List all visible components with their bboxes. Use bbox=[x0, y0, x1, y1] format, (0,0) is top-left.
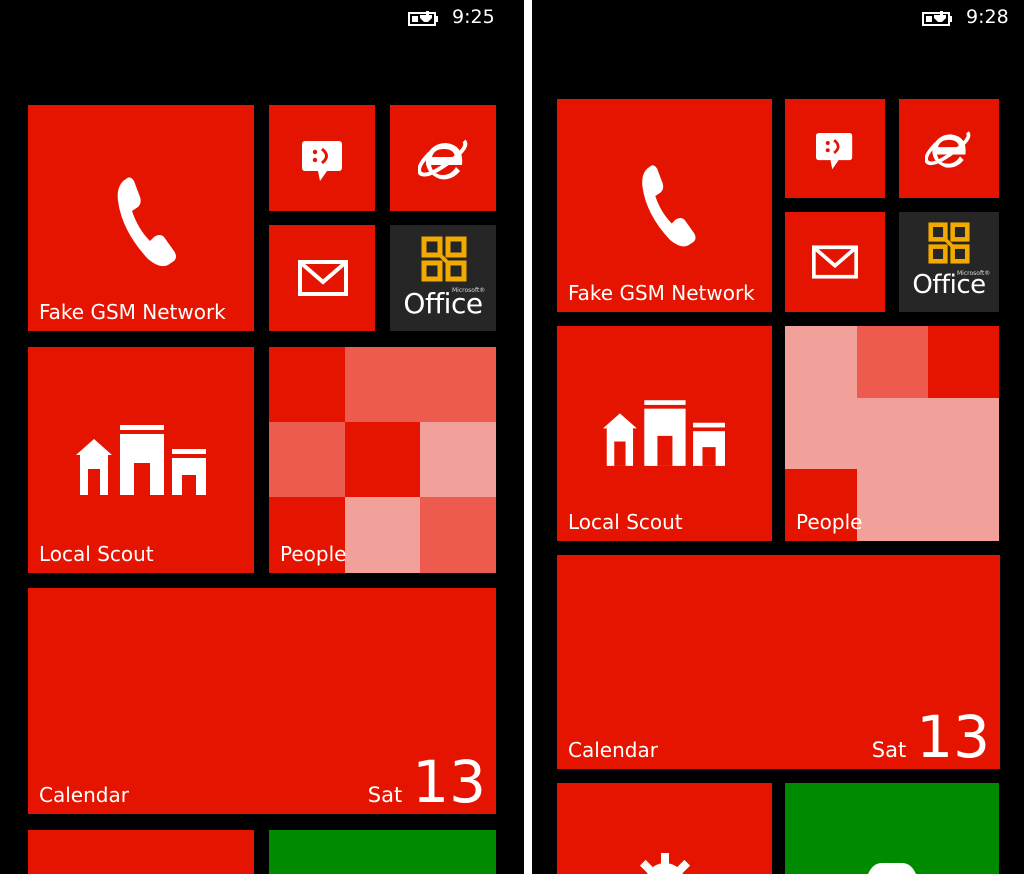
status-time: 9:28 bbox=[966, 6, 1009, 28]
calendar-day: Sat bbox=[871, 738, 907, 762]
office-tile[interactable]: Microsoft® Office bbox=[899, 212, 999, 312]
phone-handset-icon bbox=[117, 177, 176, 267]
calendar-day: Sat bbox=[367, 783, 403, 807]
people-photo-cell bbox=[857, 398, 999, 541]
mail-envelope-icon bbox=[298, 260, 348, 296]
office-logo-icon bbox=[421, 236, 467, 282]
people-photo-cell bbox=[345, 347, 496, 422]
settings-tile[interactable] bbox=[28, 830, 254, 874]
office-tile-label: Office bbox=[912, 270, 986, 300]
mail-envelope-icon bbox=[812, 245, 858, 279]
phone-tile[interactable]: Fake GSM Network bbox=[557, 99, 772, 312]
internet-explorer-tile[interactable] bbox=[390, 105, 496, 211]
messaging-tile[interactable] bbox=[269, 105, 375, 211]
mail-tile[interactable] bbox=[269, 225, 375, 331]
people-tile-label: People bbox=[280, 542, 347, 566]
games-tile[interactable] bbox=[785, 783, 999, 874]
calendar-date-number: 13 bbox=[916, 703, 990, 769]
status-bar: 9:25 bbox=[408, 6, 495, 28]
calendar-tile-label: Calendar bbox=[39, 783, 129, 807]
local-scout-tile[interactable]: Local Scout bbox=[557, 326, 772, 541]
office-tile-label: Office bbox=[403, 287, 483, 320]
people-photo-cell bbox=[420, 497, 496, 573]
mail-tile[interactable] bbox=[785, 212, 885, 312]
phone-tile[interactable]: Fake GSM Network bbox=[28, 105, 254, 331]
calendar-date: Sat 13 bbox=[871, 703, 990, 769]
local-scout-buildings-icon bbox=[603, 400, 725, 466]
messaging-tile[interactable] bbox=[785, 99, 885, 198]
people-tile[interactable]: People bbox=[269, 347, 496, 573]
right-phone-screen: 9:28 Fake GSM Network Microsoft® Office … bbox=[532, 0, 1024, 874]
messaging-icon bbox=[816, 133, 853, 170]
gear-icon bbox=[639, 853, 691, 874]
people-photo-cell bbox=[785, 326, 857, 469]
internet-explorer-icon bbox=[418, 139, 468, 180]
local-scout-buildings-icon bbox=[76, 425, 206, 495]
people-photo-cell bbox=[420, 422, 496, 497]
office-tile[interactable]: Microsoft® Office bbox=[390, 225, 496, 331]
calendar-tile[interactable]: Calendar Sat 13 bbox=[557, 555, 1000, 769]
phone-tile-label: Fake GSM Network bbox=[568, 281, 755, 305]
calendar-tile-label: Calendar bbox=[568, 738, 658, 762]
people-photo-cell bbox=[345, 497, 420, 573]
local-scout-tile[interactable]: Local Scout bbox=[28, 347, 254, 573]
messaging-icon bbox=[302, 141, 342, 181]
people-tile-label: People bbox=[796, 510, 863, 534]
internet-explorer-icon bbox=[925, 131, 971, 168]
local-scout-tile-label: Local Scout bbox=[39, 542, 154, 566]
games-tile[interactable] bbox=[269, 830, 496, 874]
internet-explorer-tile[interactable] bbox=[899, 99, 999, 198]
settings-tile[interactable] bbox=[557, 783, 772, 874]
battery-charging-icon bbox=[922, 10, 952, 26]
calendar-date: Sat 13 bbox=[367, 748, 486, 814]
people-tile[interactable]: People bbox=[785, 326, 999, 541]
local-scout-tile-label: Local Scout bbox=[568, 510, 683, 534]
office-logo-icon bbox=[928, 222, 970, 264]
battery-charging-icon bbox=[408, 10, 438, 26]
calendar-date-number: 13 bbox=[412, 748, 486, 814]
screenshot-divider bbox=[524, 0, 532, 874]
status-bar: 9:28 bbox=[922, 6, 1009, 28]
left-phone-screen: 9:25 Fake GSM Network Microsoft® Office … bbox=[0, 0, 524, 874]
phone-tile-label: Fake GSM Network bbox=[39, 300, 226, 324]
phone-handset-icon bbox=[642, 165, 696, 247]
calendar-tile[interactable]: Calendar Sat 13 bbox=[28, 588, 496, 814]
status-time: 9:25 bbox=[452, 6, 495, 28]
xbox-controller-icon bbox=[868, 863, 916, 874]
people-photo-cell bbox=[857, 326, 928, 398]
people-photo-cell bbox=[269, 422, 345, 497]
